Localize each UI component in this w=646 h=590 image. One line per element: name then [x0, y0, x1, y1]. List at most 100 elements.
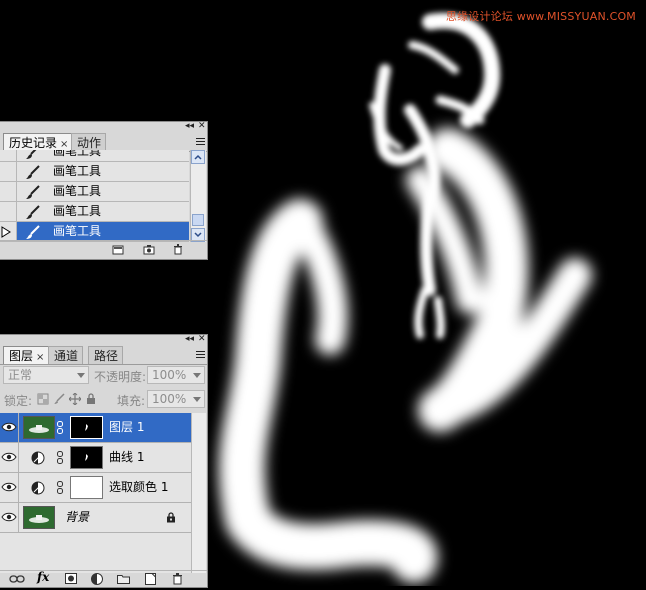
tab-paths[interactable]: 路径	[88, 346, 124, 364]
watermark-text: 思缘设计论坛 www.MISSYUAN.COM	[445, 10, 636, 23]
trash-icon[interactable]	[172, 244, 184, 255]
history-item[interactable]: 画笔工具	[0, 202, 189, 222]
eye-icon[interactable]	[1, 420, 17, 434]
blend-mode-select[interactable]: 正常	[3, 366, 89, 384]
mask-link-icon[interactable]	[57, 481, 63, 494]
group-folder-icon[interactable]	[117, 574, 130, 584]
chevron-down-icon	[77, 373, 85, 378]
mask-preview	[85, 424, 88, 431]
mask-link-icon[interactable]	[57, 451, 63, 464]
layer-row-background[interactable]: 背景	[0, 503, 192, 533]
column-divider	[18, 413, 19, 443]
close-panel-icon[interactable]: ✕	[198, 122, 206, 131]
blend-row: 正常 不透明度: 100%	[0, 363, 207, 387]
tab-channels[interactable]: 通道	[48, 346, 84, 364]
brush-icon	[26, 185, 40, 199]
history-item-label: 画笔工具	[53, 184, 102, 198]
eye-icon[interactable]	[1, 450, 17, 464]
new-document-from-state-icon[interactable]	[112, 244, 124, 255]
history-item-label: 画笔工具	[53, 150, 102, 158]
chevron-up-icon	[194, 154, 202, 160]
column-divider	[18, 443, 19, 473]
opacity-label: 不透明度:	[94, 370, 147, 384]
layer-mask-thumbnail[interactable]	[70, 416, 103, 439]
tab-close-icon[interactable]: ×	[60, 139, 68, 150]
fill-value: 100%	[152, 392, 187, 406]
brush-icon	[26, 205, 40, 219]
curves-adjustment-icon[interactable]	[31, 451, 45, 465]
tab-history[interactable]: 历史记录 ×	[3, 133, 74, 151]
panel-menu-icon[interactable]	[196, 350, 205, 359]
history-item-label: 画笔工具	[53, 164, 102, 178]
layer-name: 背景	[65, 510, 90, 524]
brush-icon	[26, 225, 40, 239]
history-source-cell[interactable]	[0, 182, 17, 201]
lock-pixels-icon[interactable]	[53, 393, 65, 405]
layer-thumbnail[interactable]	[23, 506, 55, 529]
column-divider	[18, 473, 19, 503]
column-divider	[18, 503, 19, 533]
create-snapshot-icon[interactable]	[143, 244, 155, 255]
link-icon[interactable]	[9, 574, 25, 584]
layer-mask-thumbnail[interactable]	[70, 446, 103, 469]
fill-input[interactable]: 100%	[147, 390, 205, 408]
eye-icon[interactable]	[1, 480, 17, 494]
tab-layers[interactable]: 图层 ×	[3, 346, 50, 364]
history-source-cell[interactable]	[0, 150, 17, 161]
layers-footer: fx	[0, 570, 207, 587]
fx-icon[interactable]: fx	[37, 570, 49, 584]
tab-actions[interactable]: 动作	[71, 133, 107, 151]
selective-color-adjustment-icon[interactable]	[31, 481, 45, 495]
lock-row: 锁定: 填充: 100%	[0, 388, 207, 412]
panel-title-strip[interactable]: ◂◂ ✕	[0, 335, 207, 344]
photo-thumbnail	[24, 417, 54, 438]
tab-layers-label: 图层	[9, 349, 34, 363]
add-mask-icon[interactable]	[65, 573, 77, 584]
close-panel-icon[interactable]: ✕	[198, 335, 206, 344]
history-footer	[0, 240, 207, 259]
tab-paths-label: 路径	[94, 349, 119, 363]
history-scrollbar[interactable]	[190, 150, 206, 242]
trash-icon[interactable]	[172, 573, 183, 585]
layer-row[interactable]: 选取颜色 1	[0, 473, 192, 503]
opacity-input[interactable]: 100%	[147, 366, 205, 384]
collapse-icon[interactable]: ◂◂	[185, 122, 194, 131]
history-state-pointer-icon	[1, 226, 11, 238]
lock-transparency-icon[interactable]	[37, 393, 49, 405]
tab-close-icon[interactable]: ×	[36, 352, 44, 363]
history-item-selected[interactable]: 画笔工具	[0, 222, 189, 242]
scroll-up-button[interactable]	[191, 150, 205, 164]
mask-link-icon[interactable]	[57, 421, 63, 434]
history-item-label: 画笔工具	[53, 224, 102, 238]
tab-actions-label: 动作	[77, 136, 102, 150]
layers-tab-bar: 图层 × 通道 路径	[0, 344, 207, 365]
scroll-thumb[interactable]	[192, 214, 204, 226]
history-source-cell[interactable]	[0, 222, 17, 241]
layer-thumbnail[interactable]	[23, 416, 55, 439]
collapse-icon[interactable]: ◂◂	[185, 335, 194, 344]
chevron-down-icon	[193, 373, 201, 378]
panel-title-strip[interactable]: ◂◂ ✕	[0, 122, 207, 131]
lock-all-icon[interactable]	[86, 393, 96, 405]
eye-icon[interactable]	[1, 510, 17, 524]
layer-mask-thumbnail[interactable]	[70, 476, 103, 499]
layer-row-selected[interactable]: 图层 1	[0, 413, 192, 443]
lock-position-icon[interactable]	[69, 393, 81, 405]
history-source-cell[interactable]	[0, 202, 17, 221]
panel-menu-icon[interactable]	[196, 137, 205, 146]
chevron-down-icon	[193, 397, 201, 402]
tab-channels-label: 通道	[54, 349, 79, 363]
layers-scrollbar[interactable]	[191, 413, 206, 573]
brush-icon	[26, 165, 40, 179]
layers-panel: ◂◂ ✕ 图层 × 通道 路径 正常 不透明度: 100% 锁定: 填充: 100…	[0, 334, 208, 588]
new-layer-icon[interactable]	[145, 573, 156, 585]
history-item[interactable]: 画笔工具	[0, 162, 189, 182]
adjustment-layer-icon[interactable]	[91, 573, 103, 585]
lock-label: 锁定:	[4, 394, 33, 408]
history-item[interactable]: 画笔工具	[0, 150, 189, 162]
history-source-cell[interactable]	[0, 162, 17, 181]
history-item[interactable]: 画笔工具	[0, 182, 189, 202]
layer-row[interactable]: 曲线 1	[0, 443, 192, 473]
photo-thumbnail	[24, 507, 54, 528]
history-panel: ◂◂ ✕ 历史记录 × 动作 画笔工具 画笔工具 画笔工具 画笔工具 画笔工具	[0, 121, 208, 260]
